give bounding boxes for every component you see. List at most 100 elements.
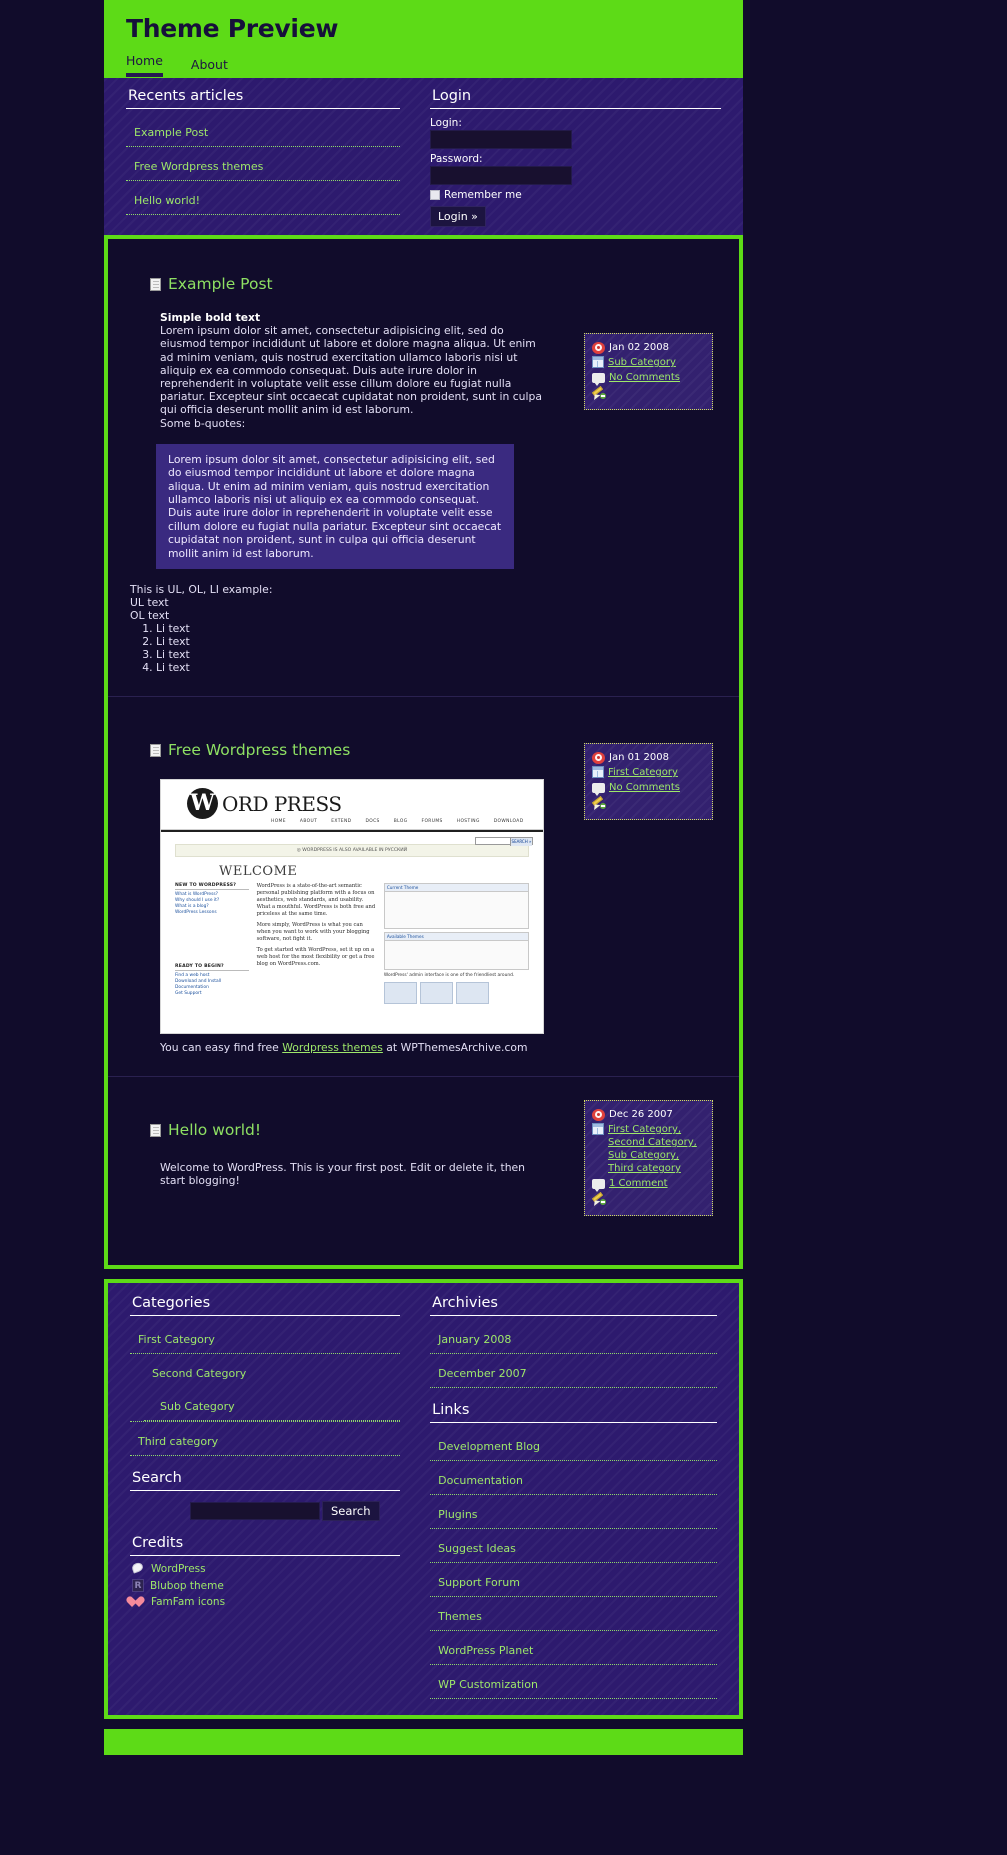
meta-category-link[interactable]: Sub Category [608,357,676,368]
post-example-post: Example Post Simple bold text Lorem ipsu… [108,275,739,674]
link-documentation[interactable]: Documentation [438,1474,523,1487]
list-item[interactable]: WP Customization [430,1665,717,1700]
login-submit-button[interactable]: Login » [430,206,486,227]
link-suggest-ideas[interactable]: Suggest Ideas [438,1542,516,1555]
archive-link-january-2008[interactable]: January 2008 [438,1333,511,1346]
post-title-link[interactable]: Example Post [168,275,273,293]
link-wp-customization[interactable]: WP Customization [438,1678,538,1691]
list-item[interactable]: Third category [130,1422,401,1457]
post-caption: You can easy find free Wordpress themes … [160,1041,717,1054]
nav-item-home[interactable]: Home [126,53,163,77]
recent-link-hello-world[interactable]: Hello world! [134,194,200,207]
list-item[interactable]: WordPress [130,1561,400,1575]
ul-demo: UL text OL text [130,596,514,622]
list-item: UL text [130,596,169,610]
wordpress-icon [130,1561,145,1575]
link-plugins[interactable]: Plugins [438,1508,477,1521]
category-icon [592,766,604,779]
post-title-link[interactable]: Hello world! [168,1121,261,1139]
meta-comments-link[interactable]: 1 Comment [609,1178,668,1189]
list-item[interactable]: December 2007 [430,1354,717,1389]
edit-pencil-icon[interactable] [591,1192,606,1207]
meta-category-link[interactable]: First Category, Second Category, Sub Cat… [608,1124,697,1174]
list-item[interactable]: Suggest Ideas [430,1529,717,1564]
credit-link-blubop[interactable]: Blubop theme [150,1580,224,1592]
post-body: Simple bold text Lorem ipsum dolor sit a… [160,311,544,430]
post-quote-intro: Some b-quotes: [160,416,246,430]
list-item[interactable]: Themes [430,1597,717,1632]
archive-link-december-2007[interactable]: December 2007 [438,1367,527,1380]
list-item[interactable]: First Category [130,1320,401,1355]
wp-lead-paragraph: WordPress is a state-of-the-art semantic… [256,883,376,918]
recent-link-free-wordpress-themes[interactable]: Free Wordpress themes [134,160,263,173]
clock-icon [592,341,605,354]
list-item[interactable]: Hello world! [126,181,400,215]
page-root: Theme Preview Home About Recents article… [0,0,1007,1855]
link-themes[interactable]: Themes [438,1610,482,1623]
post-hello-world: Hello world! Welcome to WordPress. This … [108,1076,739,1251]
meta-edit-row[interactable] [591,1192,706,1207]
login-input[interactable] [430,130,572,149]
credit-link-famfam[interactable]: FamFam icons [151,1596,225,1608]
document-icon [150,277,161,291]
meta-categories: First Category [608,766,678,779]
search-button[interactable]: Search [322,1501,380,1522]
list-item[interactable]: WordPress Planet [430,1631,717,1666]
meta-comments-link[interactable]: No Comments [609,782,680,793]
list-item[interactable]: Development Blog [430,1427,717,1462]
meta-edit-row[interactable] [591,796,706,811]
wp-current-theme-box: Current Theme [383,883,529,930]
wp-column-middle: WordPress is a state-of-the-art semantic… [257,883,376,1004]
post-title-row: Example Post [150,275,717,293]
meta-comments: No Comments [609,371,680,384]
list-item: Li text [156,622,514,635]
list-item[interactable]: Documentation [430,1461,717,1496]
remember-me-checkbox[interactable] [430,190,440,200]
meta-comments-link[interactable]: No Comments [609,372,680,383]
wp-nav-item: DOWNLOAD [493,819,524,825]
list-item[interactable]: January 2008 [430,1320,717,1355]
edit-pencil-icon[interactable] [591,796,606,811]
password-input[interactable] [430,166,572,185]
meta-date-row: Jan 01 2008 [592,751,706,765]
list-item[interactable]: Example Post [126,113,400,147]
list-item[interactable]: Free Wordpress themes [126,147,400,181]
category-parent[interactable]: Second Category [144,1354,400,1387]
wp-thumbnails [383,982,529,1005]
wp-caption: WordPress' admin interface is one of the… [383,973,515,979]
link-support-forum[interactable]: Support Forum [438,1576,520,1589]
category-icon [592,356,604,368]
category-link-sub[interactable]: Sub Category [160,1400,235,1413]
meta-edit-row[interactable] [591,386,706,401]
meta-comments-row: No Comments [592,371,706,386]
nav-item-about[interactable]: About [191,57,228,77]
list-item[interactable]: FamFam icons [130,1596,400,1608]
wordpress-themes-link[interactable]: Wordpress themes [282,1041,383,1054]
category-link-second[interactable]: Second Category [152,1367,246,1380]
archives-list: January 2008 December 2007 [430,1320,717,1389]
recent-link-example-post[interactable]: Example Post [134,126,208,139]
link-wordpress-planet[interactable]: WordPress Planet [438,1644,533,1657]
links-list: Development Blog Documentation Plugins S… [430,1427,717,1700]
login-widget: Login Login: Password: Remember me Login… [422,88,743,227]
list-item[interactable]: Sub Category [144,1387,401,1422]
categories-title: Categories [130,1295,401,1317]
wp-welcome-heading: WELCOME [219,864,298,880]
post-lead-bold: Simple bold text [160,311,261,324]
category-link-first[interactable]: First Category [138,1333,215,1346]
list-item[interactable]: R Blubop theme [130,1579,400,1593]
link-development-blog[interactable]: Development Blog [438,1440,540,1453]
footer: Categories First Category Second Categor… [104,1279,743,1720]
edit-pencil-icon[interactable] [591,386,606,401]
search-input[interactable] [190,1502,320,1521]
list-item[interactable]: Plugins [430,1495,717,1530]
remember-me-row[interactable]: Remember me [430,189,721,201]
post-meta-box: Jan 02 2008 Sub Category No Comments [584,333,713,410]
credit-link-wordpress[interactable]: WordPress [151,1563,206,1575]
post-title-link[interactable]: Free Wordpress themes [168,741,350,759]
category-link-third[interactable]: Third category [138,1435,218,1448]
meta-category-link[interactable]: First Category [608,767,678,778]
recent-articles-list: Example Post Free Wordpress themes Hello… [126,113,400,215]
list-item[interactable]: Support Forum [430,1563,717,1598]
wordpress-screenshot-image[interactable]: W ORD PRESS HOME ABOUT EXTEND DOCS BLOG … [160,779,544,1035]
